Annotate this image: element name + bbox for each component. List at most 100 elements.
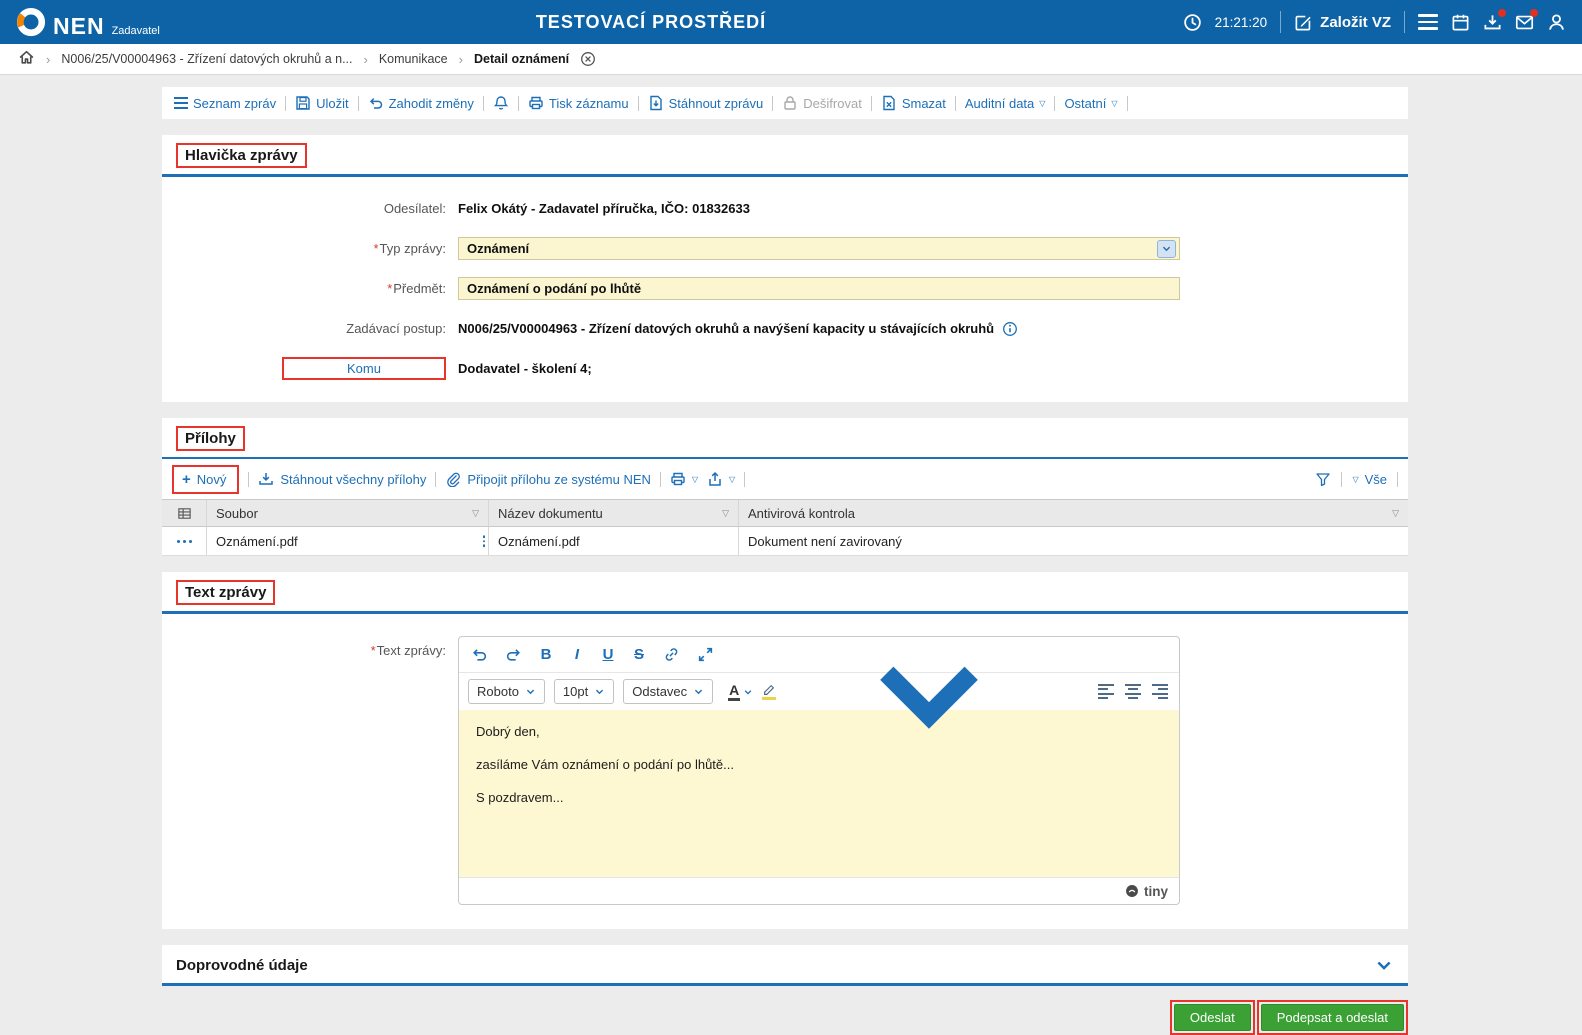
other-button[interactable]: Ostatní ▽ <box>1064 96 1117 111</box>
download-message-button[interactable]: Stáhnout zprávu <box>648 95 763 111</box>
attachments-table-header: Soubor ▽ Název dokumentu ▽ Antivirová ko… <box>162 500 1408 527</box>
strikethrough-button[interactable]: S <box>632 646 646 663</box>
chevron-down-icon <box>525 686 536 697</box>
download-all-attachments-button[interactable]: Stáhnout všechny přílohy <box>258 471 426 487</box>
export-attachments-button[interactable]: ▽ <box>707 471 735 487</box>
list-icon <box>174 97 188 109</box>
menu-icon[interactable] <box>1418 14 1438 30</box>
sort-icon[interactable]: ▽ <box>472 508 479 519</box>
chevron-down-icon <box>779 636 1079 767</box>
block-format-select[interactable]: Odstavec <box>623 679 714 704</box>
create-vz-button[interactable]: Založit VZ <box>1294 13 1391 32</box>
fullscreen-icon[interactable] <box>697 646 714 663</box>
sort-icon[interactable]: ▽ <box>722 508 729 519</box>
home-icon[interactable] <box>18 49 35 69</box>
section-title: Text zprávy <box>185 584 267 601</box>
command-toolbar: Seznam zpráv Uložit Zahodit změny Tisk z… <box>162 87 1408 119</box>
save-button[interactable]: Uložit <box>295 95 349 111</box>
grid-icon <box>177 506 192 521</box>
block-format-value: Odstavec <box>632 684 688 699</box>
link-icon[interactable] <box>663 646 680 663</box>
info-icon[interactable] <box>1002 321 1018 337</box>
header-separator <box>1404 11 1405 33</box>
send-button[interactable]: Odeslat <box>1173 1004 1251 1031</box>
message-text-section: Text zprávy *Text zprávy: B I U S Roboto… <box>162 572 1408 929</box>
cell-doc-name[interactable]: Oznámení.pdf <box>489 527 739 555</box>
delete-button[interactable]: Smazat <box>881 95 946 111</box>
print-record-button[interactable]: Tisk záznamu <box>528 95 629 111</box>
sender-row: Odesílatel: Felix Okátý - Zadavatel přír… <box>162 197 1408 220</box>
tiny-brand-label: tiny <box>1143 883 1168 899</box>
align-left-button[interactable] <box>1098 683 1115 700</box>
column-header-doc-name[interactable]: Název dokumentu ▽ <box>489 500 739 526</box>
select-column-header[interactable] <box>162 500 207 526</box>
toolbar-separator <box>1397 471 1398 487</box>
user-icon[interactable] <box>1547 13 1566 32</box>
message-list-button[interactable]: Seznam zpráv <box>174 96 276 111</box>
clock-icon <box>1183 13 1202 32</box>
redo-icon[interactable] <box>505 646 522 663</box>
delete-label: Smazat <box>901 95 946 111</box>
sender-value: Felix Okátý - Zadavatel příručka, IČO: 0… <box>458 201 750 216</box>
additional-data-header[interactable]: Doprovodné údaje <box>162 945 1408 986</box>
subject-input[interactable]: Oznámení o podání po lhůtě <box>458 277 1180 300</box>
underline-button[interactable]: U <box>601 646 615 663</box>
attachments-section: Přílohy + Nový Stáhnout všechny přílohy … <box>162 418 1408 556</box>
print-attachments-button[interactable]: ▽ <box>670 471 698 487</box>
drag-handle-icon[interactable] <box>482 535 485 547</box>
environment-title: TESTOVACÍ PROSTŘEDÍ <box>535 11 767 32</box>
italic-button[interactable]: I <box>570 646 584 663</box>
font-size-select[interactable]: 10pt <box>553 679 615 704</box>
table-row[interactable]: Oznámení.pdf Oznámení.pdf Dokument není … <box>162 527 1408 556</box>
align-center-button[interactable] <box>1125 683 1142 700</box>
toolbar-separator <box>1126 95 1128 111</box>
align-justify-button[interactable] <box>1179 684 1180 700</box>
filter-button[interactable] <box>1315 471 1331 487</box>
column-header-antivirus[interactable]: Antivirová kontrola ▽ <box>739 500 1408 526</box>
message-list-label: Seznam zpráv <box>193 95 277 111</box>
header-time: 21:21:20 <box>1214 14 1268 30</box>
breadcrumb-item-communication[interactable]: Komunikace <box>379 52 448 66</box>
bell-icon <box>493 95 509 111</box>
row-menu-button[interactable] <box>162 527 207 555</box>
decrypt-button: Dešifrovat <box>782 95 862 111</box>
text-color-button[interactable]: A <box>728 682 753 702</box>
new-attachment-label: Nový <box>196 471 227 487</box>
downloads-icon[interactable] <box>1483 8 1506 32</box>
discard-changes-button[interactable]: Zahodit změny <box>368 95 474 111</box>
section-title: Přílohy <box>185 430 236 447</box>
annotation-box: Hlavička zprávy <box>176 143 307 168</box>
new-attachment-button[interactable]: + Nový <box>172 464 240 494</box>
notifications-button[interactable] <box>493 95 509 111</box>
audit-data-label: Auditní data <box>964 95 1035 111</box>
message-type-select[interactable]: Oznámení <box>458 237 1180 260</box>
attach-from-nen-button[interactable]: Připojit přílohu ze systému NEN <box>445 471 651 487</box>
plus-icon: + <box>182 470 191 488</box>
sort-icon[interactable]: ▽ <box>1392 508 1399 519</box>
app-logo[interactable]: NEN Zadavatel <box>16 7 160 38</box>
sign-and-send-button[interactable]: Podepsat a odeslat <box>1260 1004 1404 1031</box>
annotation-box: Přílohy <box>176 426 245 451</box>
message-header-section-head: Hlavička zprávy <box>162 135 1408 177</box>
filter-all-button[interactable]: ▽ Vše <box>1352 472 1387 487</box>
breadcrumb-item-procedure[interactable]: N006/25/V00004963 - Zřízení datových okr… <box>61 52 352 66</box>
audit-data-button[interactable]: Auditní data ▽ <box>965 96 1046 111</box>
align-right-button[interactable] <box>1152 683 1169 700</box>
subject-label: *Předmět: <box>387 281 446 296</box>
cell-file[interactable]: Oznámení.pdf <box>207 527 489 555</box>
font-size-value: 10pt <box>562 684 589 699</box>
download-all-attachments-label: Stáhnout všechny přílohy <box>280 471 427 487</box>
font-family-select[interactable]: Roboto <box>468 679 545 704</box>
bold-button[interactable]: B <box>539 646 553 663</box>
messages-icon[interactable] <box>1515 8 1538 32</box>
highlight-color-button[interactable] <box>762 636 1079 767</box>
expand-chevron-icon[interactable] <box>1374 955 1394 975</box>
column-header-file[interactable]: Soubor ▽ <box>207 500 489 526</box>
undo-icon[interactable] <box>471 646 488 663</box>
column-header-doc-name-label: Název dokumentu <box>498 505 603 521</box>
messages-badge <box>1530 8 1538 17</box>
calendar-icon[interactable] <box>1451 13 1470 32</box>
close-tab-icon[interactable] <box>580 51 596 67</box>
dropdown-button[interactable] <box>1157 239 1176 258</box>
recipient-button[interactable]: Komu <box>282 357 446 380</box>
